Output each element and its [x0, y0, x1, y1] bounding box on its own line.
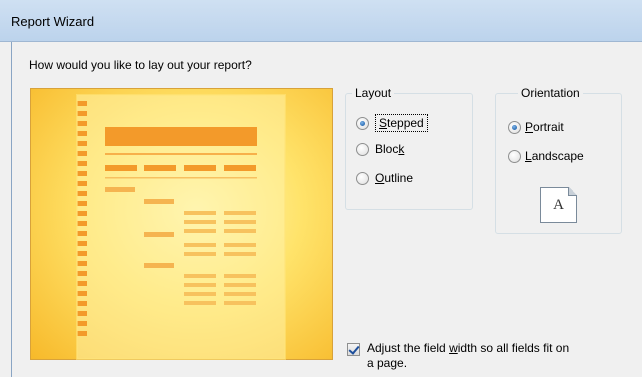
stepped-label: Stepped: [375, 114, 428, 132]
outline-label-rest: utline: [384, 171, 414, 185]
stepped-label-rest: tepped: [387, 116, 424, 130]
block-label: Block: [375, 142, 405, 156]
radio-landscape[interactable]: Landscape: [508, 149, 584, 163]
outline-label: Outline: [375, 171, 413, 185]
orientation-group: Orientation Portrait Landscape A: [495, 86, 622, 234]
outline-radio-button[interactable]: [356, 171, 369, 185]
adjust-label-mnemonic: w: [449, 341, 458, 355]
portrait-mnemonic: P: [525, 120, 534, 134]
title-bar[interactable]: Report Wizard: [0, 0, 642, 42]
adjust-label-line2: a page.: [367, 356, 408, 370]
radio-stepped[interactable]: Stepped: [356, 114, 428, 132]
landscape-label-rest: andscape: [531, 149, 584, 163]
layout-preview-image: [30, 88, 333, 360]
orientation-group-legend: Orientation: [518, 86, 583, 100]
landscape-radio-button[interactable]: [508, 149, 521, 163]
stepped-radio-button[interactable]: [356, 116, 369, 130]
page-letter: A: [553, 197, 564, 213]
prompt-text: How would you like to lay out your repor…: [29, 58, 252, 72]
block-radio-button[interactable]: [356, 142, 369, 156]
radio-portrait[interactable]: Portrait: [508, 120, 564, 134]
page-fold-icon: [568, 187, 577, 196]
window-title: Report Wizard: [11, 14, 95, 29]
adjust-field-width-checkbox[interactable]: [347, 343, 360, 356]
layout-group-legend: Layout: [352, 86, 395, 100]
adjust-field-width-label: Adjust the field width so all fields fit…: [367, 341, 627, 371]
landscape-label: Landscape: [525, 149, 584, 163]
portrait-label-rest: ortrait: [533, 120, 564, 134]
landscape-mnemonic: L: [525, 149, 532, 163]
stepped-mnemonic: S: [379, 116, 388, 130]
radio-block[interactable]: Block: [356, 142, 404, 156]
orientation-page-icon: A: [540, 187, 577, 223]
adjust-label-b: idth so all fields fit on: [457, 341, 570, 355]
layout-group: Layout Stepped Block Outline: [345, 86, 473, 210]
outline-mnemonic: O: [375, 171, 385, 185]
report-preview-illustration: [76, 94, 286, 360]
block-mnemonic: k: [398, 142, 405, 156]
portrait-radio-button[interactable]: [508, 120, 521, 134]
adjust-label-a: Adjust the field: [367, 341, 450, 355]
radio-outline[interactable]: Outline: [356, 171, 413, 185]
portrait-label: Portrait: [525, 120, 564, 134]
adjust-field-width-option[interactable]: Adjust the field width so all fields fit…: [347, 341, 627, 371]
wizard-body: How would you like to lay out your repor…: [11, 42, 642, 377]
